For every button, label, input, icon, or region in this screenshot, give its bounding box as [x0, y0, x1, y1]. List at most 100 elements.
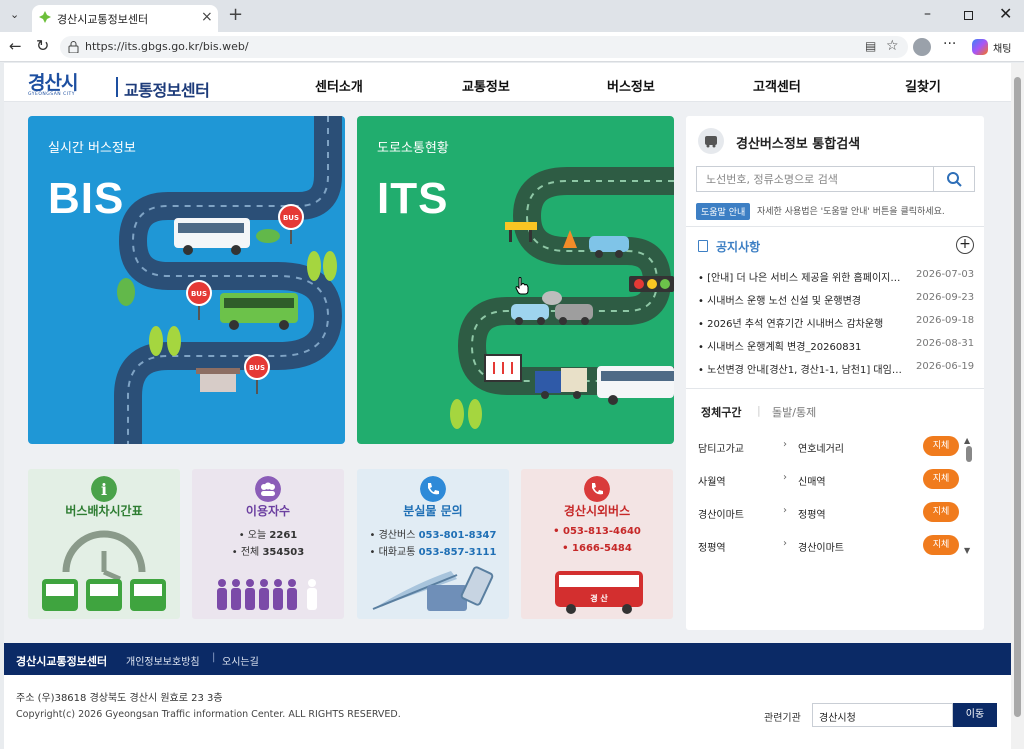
search-title: 경산버스정보 통합검색 [736, 137, 861, 152]
tab-close-icon[interactable]: × [201, 9, 213, 25]
status-badge: 지체 [923, 469, 959, 489]
bus-white [174, 218, 250, 255]
bus-shelter [196, 368, 240, 392]
notice-item[interactable]: • 시내버스 운행 노선 신설 및 운행변경 2026-09-23 [698, 292, 978, 308]
direction-sign [484, 354, 522, 382]
chevron-right-icon: › [783, 505, 787, 516]
bus-stop-sign-1: BUS [278, 204, 304, 244]
chevron-right-icon: › [783, 439, 787, 450]
search-icon [947, 172, 962, 187]
congestion-row[interactable]: 사월역 › 신매역 지체 [698, 469, 968, 491]
search-button[interactable] [933, 166, 975, 192]
related-org-select[interactable]: 경산시청 [812, 703, 953, 727]
browser-tab-bar: ⌄ 경산시교통정보센터 × + – ✕ [0, 0, 1024, 32]
intercity-phone-2: • 1666-5484 [562, 543, 632, 554]
list-scroll-down-icon[interactable]: ▼ [964, 546, 970, 555]
profile-avatar-icon[interactable] [913, 38, 931, 56]
its-title: ITS [377, 174, 449, 223]
window-minimize-icon[interactable]: – [924, 6, 931, 22]
status-badge: 지체 [923, 436, 959, 456]
tab-title: 경산시교통정보센터 [57, 13, 149, 26]
address-bar: ← ↻ https://its.gbgs.go.kr/bis.web/ ▤ ☆ … [0, 32, 1024, 62]
list-scroll-up-icon[interactable]: ▲ [964, 436, 970, 445]
intercity-bus-tile[interactable]: 경산시외버스 • 053-813-4640 • 1666-5484 경 산 [521, 469, 673, 619]
window-close-icon[interactable]: ✕ [999, 4, 1012, 23]
tab-list-chevron-icon[interactable]: ⌄ [10, 8, 19, 21]
bis-title: BIS [48, 174, 125, 223]
browser-tab[interactable]: 경산시교통정보센터 × [32, 5, 218, 32]
notice-item[interactable]: • 시내버스 운행계획 변경_20260831 2026-08-31 [698, 338, 978, 354]
site-favicon-icon [39, 11, 51, 23]
svg-text:BUS: BUS [249, 364, 265, 372]
footer-separator: | [212, 652, 216, 663]
more-menu-icon[interactable]: ··· [943, 36, 956, 52]
timetable-title: 버스배차시간표 [65, 504, 143, 518]
notice-title: 공지사항 [716, 240, 761, 254]
url-text: https://its.gbgs.go.kr/bis.web/ [85, 40, 249, 53]
back-arrow-icon[interactable]: ← [9, 37, 22, 55]
logo-center-name: 교통정보센터 [124, 81, 210, 100]
copilot-icon[interactable] [972, 39, 988, 55]
reload-icon[interactable]: ↻ [36, 36, 49, 55]
bus-stop-sign-2: BUS [186, 280, 212, 320]
chat-button-label[interactable]: 채팅 [993, 40, 1011, 55]
nav-traffic-info[interactable]: 교통정보 [462, 76, 510, 95]
bis-tile[interactable]: BUS BUS BUS 실시간 버스정보 BIS [28, 116, 345, 444]
bus-timetable-tile[interactable]: i 버스배차시간표 [28, 469, 180, 619]
new-tab-icon[interactable]: + [228, 4, 243, 25]
page-scrollbar[interactable] [1011, 63, 1024, 749]
footer-copyright: Copyright(c) 2026 Gyeongsan Traffic info… [16, 709, 401, 720]
phone-icon [420, 476, 446, 502]
notice-more-plus-icon[interactable]: + [956, 236, 974, 254]
site-info-icon[interactable] [68, 41, 79, 53]
bus-stop-sign-3: BUS [244, 354, 270, 394]
right-panel: 경산버스정보 통합검색 도움말 안내 자세한 사용법은 '도움말 안내' 버튼을… [686, 116, 984, 630]
bus-search-icon [698, 128, 724, 154]
user-count-tile[interactable]: 이용자수 • 오늘 2261 • 전체 354503 [192, 469, 344, 619]
lost-items-tile[interactable]: 분실물 문의 • 경산버스 053-801-8347 • 대화교통 053-85… [357, 469, 509, 619]
favorite-star-icon[interactable]: ☆ [886, 38, 899, 54]
users-icon [255, 476, 281, 502]
nav-bus-info[interactable]: 버스정보 [607, 76, 655, 95]
privacy-policy-link[interactable]: 개인정보보호방침 [126, 653, 200, 668]
nav-customer-center[interactable]: 고객센터 [753, 76, 801, 95]
nav-center-intro[interactable]: 센터소개 [315, 76, 363, 95]
svg-text:BUS: BUS [283, 214, 299, 222]
window-maximize-icon[interactable] [964, 11, 973, 20]
tab-incidents[interactable]: 돌발/통제 [772, 404, 816, 420]
reader-mode-icon[interactable]: ▤ [865, 39, 876, 53]
site-header: 경산시 GYEONGSAN CITY 교통정보센터 센터소개 교통정보 버스정보… [4, 63, 1011, 102]
notice-item[interactable]: • 노선변경 안내[경산1, 경산1-1, 남천1] 대임지구 2026-06-1… [698, 361, 978, 377]
its-trees [450, 399, 482, 429]
notice-item[interactable]: • [안내] 더 나은 서비스 제공을 위한 홈페이지 개편 안내2026-07… [698, 269, 978, 285]
its-subtitle: 도로소통현황 [377, 141, 449, 156]
info-icon: i [91, 476, 117, 502]
url-field[interactable]: https://its.gbgs.go.kr/bis.web/ ▤ ☆ [60, 36, 908, 58]
help-guide-button[interactable]: 도움말 안내 [696, 203, 751, 220]
tab-congestion[interactable]: 정체구간 [701, 404, 741, 420]
tab-separator: | [757, 404, 761, 417]
logo-city-english: GYEONGSAN CITY [28, 92, 76, 97]
chevron-right-icon: › [783, 472, 787, 483]
user-count-total: • 전체 354503 [231, 547, 305, 558]
congestion-row[interactable]: 정평역 › 경산이마트 지체 [698, 535, 968, 557]
route-stop-search-input[interactable] [696, 166, 934, 192]
chevron-right-icon: › [783, 538, 787, 549]
nav-route-finder[interactable]: 길찾기 [905, 76, 941, 95]
svg-text:경 산: 경 산 [590, 593, 608, 603]
related-org-label: 관련기관 [764, 713, 801, 724]
site-logo[interactable]: 경산시 GYEONGSAN CITY 교통정보센터 [28, 68, 210, 100]
congestion-row[interactable]: 담티고가교 › 연호네거리 지체 [698, 436, 968, 458]
directions-link[interactable]: 오시는길 [222, 653, 259, 668]
related-org-go-button[interactable]: 이동 [953, 703, 997, 727]
logo-city-name: 경산시 [28, 72, 78, 94]
notice-document-icon [698, 240, 708, 252]
page-scrollbar-thumb[interactable] [1014, 77, 1021, 717]
list-scrollbar[interactable] [966, 446, 972, 462]
notice-item[interactable]: • 2026년 추석 연휴기간 시내버스 감차운행 2026-09-18 [698, 315, 978, 331]
status-badge: 지체 [923, 502, 959, 522]
lost-items-title: 분실물 문의 [403, 504, 463, 518]
clock-buses-illustration [42, 530, 166, 611]
congestion-row[interactable]: 경산이마트 › 정평역 지체 [698, 502, 968, 524]
status-badge: 지체 [923, 535, 959, 555]
